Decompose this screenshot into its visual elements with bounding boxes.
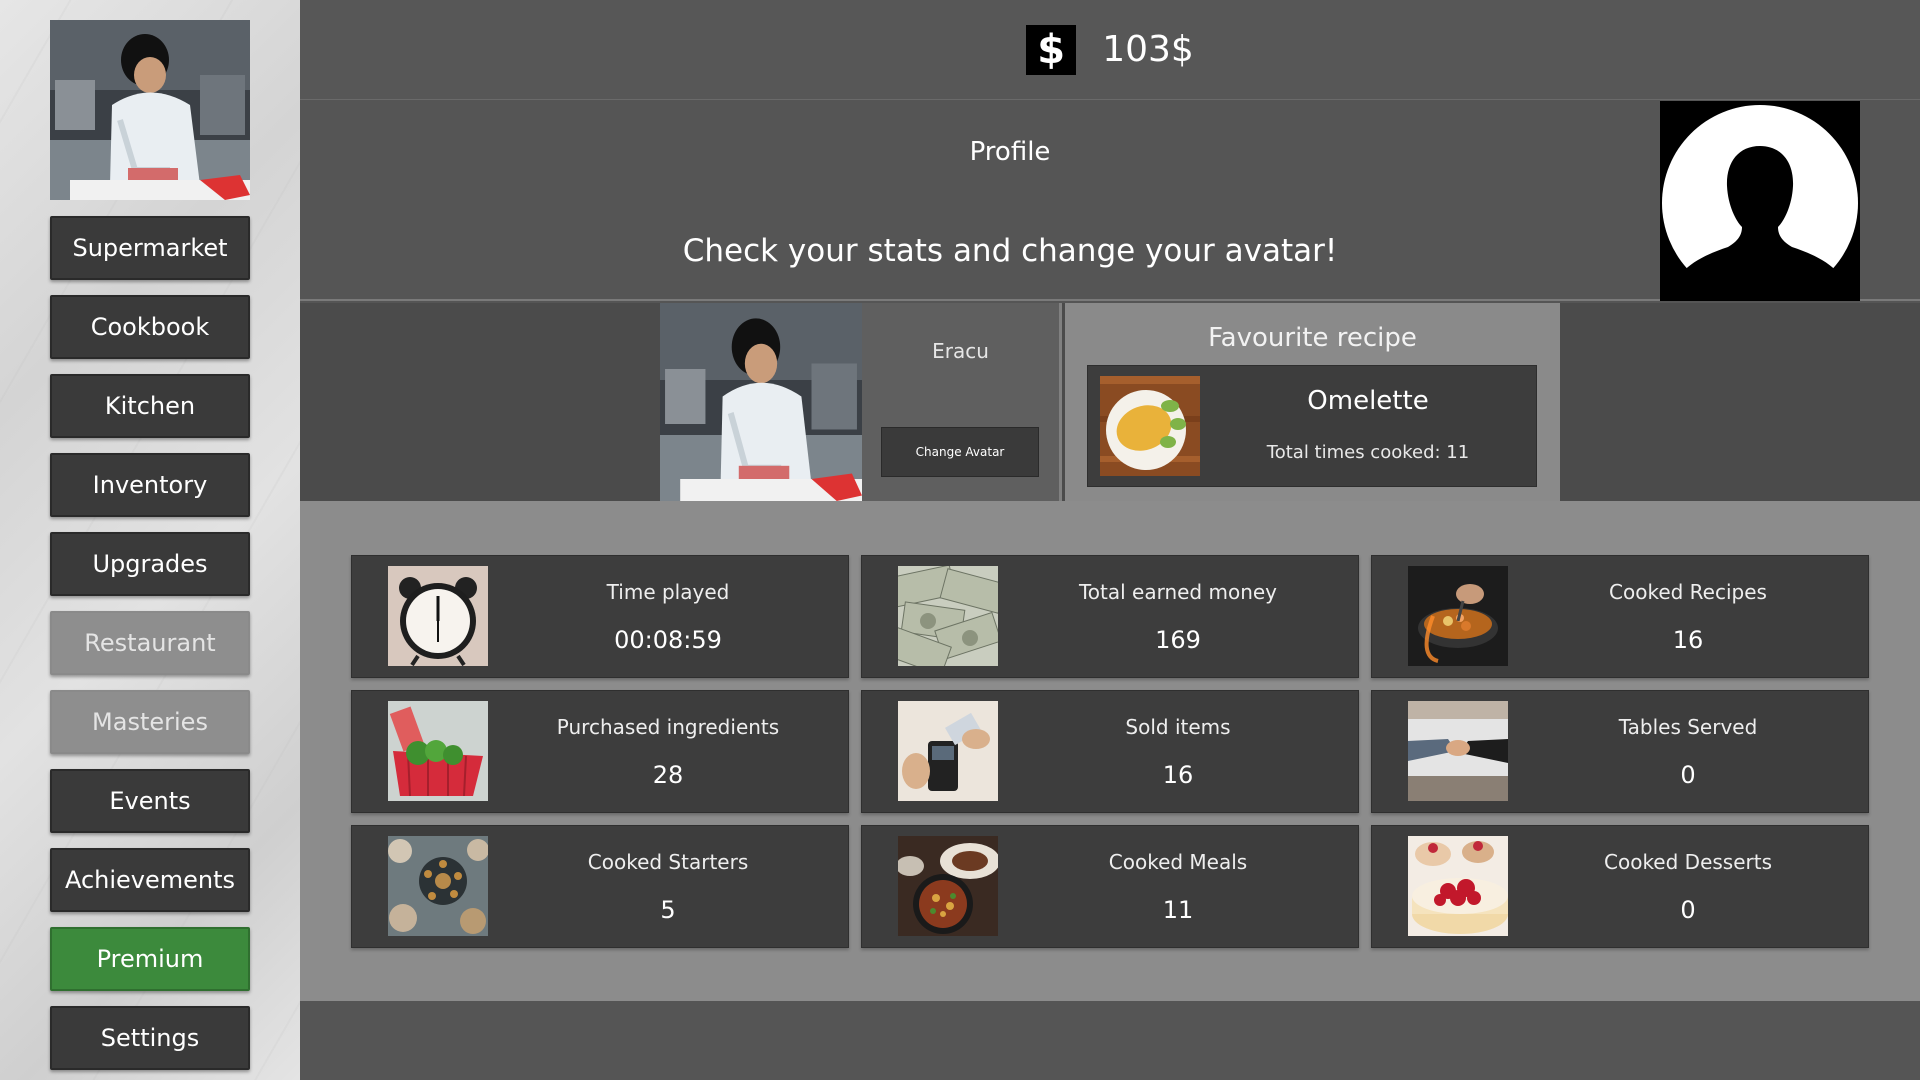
stat-card-sold-items: Sold items 16	[861, 690, 1359, 813]
favourite-recipe-name: Omelette	[1307, 386, 1429, 416]
shopping-basket-icon	[388, 701, 488, 801]
handshake-icon	[1408, 701, 1508, 801]
stat-card-tables-served: Tables Served 0	[1371, 690, 1869, 813]
stat-card-time-played: Time played 00:08:59	[351, 555, 849, 678]
page-title: Profile	[969, 137, 1051, 167]
nav-settings-button[interactable]: Settings	[50, 1006, 250, 1070]
nav-supermarket-button[interactable]: Supermarket	[50, 216, 250, 280]
nav-masteries-button[interactable]: Masteries	[50, 690, 250, 754]
favourite-recipe-title: Favourite recipe	[1208, 323, 1417, 353]
nav-premium-button[interactable]: Premium	[50, 927, 250, 991]
chef-photo	[660, 303, 862, 501]
nav-restaurant-button[interactable]: Restaurant	[50, 611, 250, 675]
stat-value: 0	[1680, 896, 1696, 924]
stat-value: 28	[652, 761, 684, 789]
meal-plates-icon	[898, 836, 998, 936]
stat-value: 0	[1680, 761, 1696, 789]
chef-avatar-image	[50, 20, 250, 200]
profile-header: Profile Check your stats and change your…	[300, 101, 1920, 301]
page-subtitle: Check your stats and change your avatar!	[682, 233, 1338, 269]
stat-label: Total earned money	[1078, 580, 1278, 604]
stat-value: 00:08:59	[614, 626, 722, 654]
silhouette-avatar-icon	[1660, 101, 1860, 301]
dollar-icon: $	[1026, 24, 1077, 75]
nav-inventory-button[interactable]: Inventory	[50, 453, 250, 517]
player-name: Eracu	[932, 339, 989, 363]
stat-label: Cooked Recipes	[1609, 580, 1767, 604]
cake-icon	[1408, 836, 1508, 936]
stat-label: Purchased ingredients	[556, 715, 780, 739]
currency-bar: $ 103$	[300, 0, 1920, 100]
stat-value: 16	[1162, 761, 1194, 789]
nav-achievements-button[interactable]: Achievements	[50, 848, 250, 912]
nav-cookbook-button[interactable]: Cookbook	[50, 295, 250, 359]
stats-area: Time played 00:08:59 Total earned money …	[300, 501, 1920, 1001]
nav-kitchen-button[interactable]: Kitchen	[50, 374, 250, 438]
stat-value: 11	[1162, 896, 1194, 924]
stat-value: 16	[1672, 626, 1704, 654]
stat-label: Tables Served	[1618, 715, 1758, 739]
nav-events-button[interactable]: Events	[50, 769, 250, 833]
stat-label: Cooked Meals	[1108, 850, 1248, 874]
frying-pan-icon	[1408, 566, 1508, 666]
stat-card-cooked-recipes: Cooked Recipes 16	[1371, 555, 1869, 678]
profile-info-strip: Eracu Change Avatar Favourite recipe Ome…	[300, 303, 1920, 501]
favourite-recipe-panel: Favourite recipe Omelette Total times co…	[1065, 303, 1560, 501]
stat-label: Cooked Starters	[587, 850, 749, 874]
money-amount: 103$	[1102, 29, 1194, 70]
favourite-recipe-count: Total times cooked: 11	[1266, 442, 1470, 463]
player-name-panel: Eracu Change Avatar	[862, 303, 1062, 501]
stat-value: 169	[1155, 626, 1201, 654]
stat-value: 5	[660, 896, 676, 924]
money-bills-icon	[898, 566, 998, 666]
stat-label: Sold items	[1125, 715, 1231, 739]
sidebar: Supermarket Cookbook Kitchen Inventory U…	[0, 0, 300, 1080]
omelette-icon	[1100, 376, 1200, 476]
stat-card-cooked-meals: Cooked Meals 11	[861, 825, 1359, 948]
change-avatar-button[interactable]: Change Avatar	[881, 427, 1039, 477]
stat-label: Cooked Desserts	[1604, 850, 1772, 874]
stat-card-cooked-starters: Cooked Starters 5	[351, 825, 849, 948]
alarm-clock-icon	[388, 566, 488, 666]
favourite-recipe-card: Omelette Total times cooked: 11	[1087, 365, 1537, 487]
stat-card-purchased-ingredients: Purchased ingredients 28	[351, 690, 849, 813]
stat-card-cooked-desserts: Cooked Desserts 0	[1371, 825, 1869, 948]
card-payment-icon	[898, 701, 998, 801]
starter-plates-icon	[388, 836, 488, 936]
stat-card-total-earned-money: Total earned money 169	[861, 555, 1359, 678]
bottom-bar	[300, 1001, 1920, 1080]
stat-label: Time played	[606, 580, 730, 604]
nav-upgrades-button[interactable]: Upgrades	[50, 532, 250, 596]
